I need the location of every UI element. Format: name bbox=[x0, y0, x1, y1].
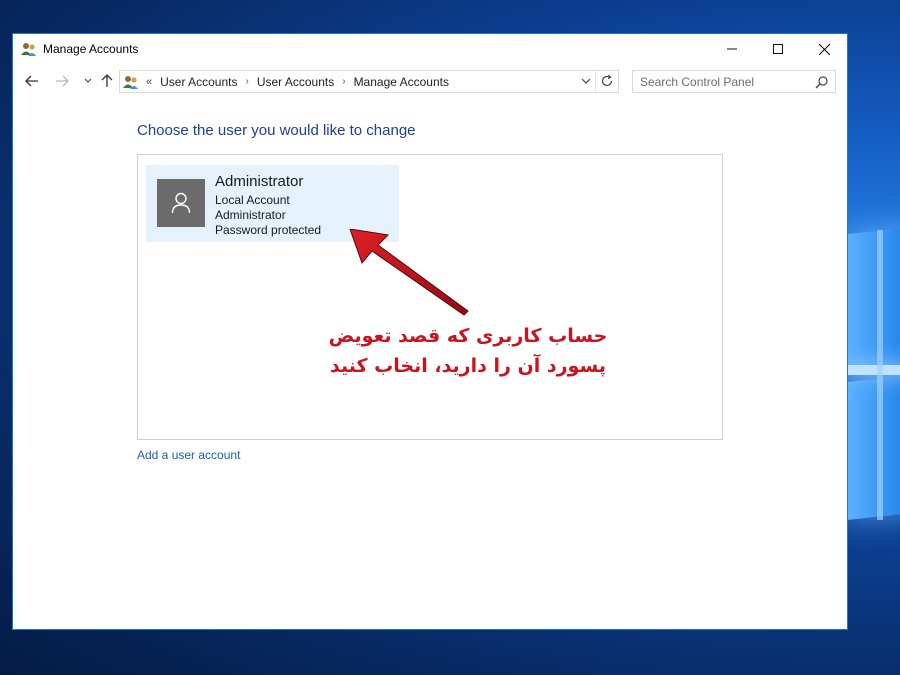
address-bar[interactable]: « User Accounts › User Accounts › Manage… bbox=[119, 70, 619, 93]
avatar bbox=[157, 179, 205, 227]
title-bar[interactable]: Manage Accounts bbox=[13, 34, 847, 64]
close-icon bbox=[818, 43, 830, 55]
chevron-down-icon bbox=[84, 78, 92, 83]
up-button[interactable] bbox=[98, 72, 116, 90]
arrow-left-icon bbox=[25, 75, 38, 87]
account-status: Password protected bbox=[215, 223, 322, 237]
page-heading: Choose the user you would like to change bbox=[137, 122, 416, 139]
maximize-icon bbox=[773, 44, 783, 54]
minimize-icon bbox=[727, 48, 737, 50]
chevron-right-icon[interactable]: › bbox=[246, 76, 249, 87]
user-accounts-icon bbox=[123, 75, 138, 89]
account-name: Administrator bbox=[215, 173, 304, 190]
manage-accounts-window: Manage Accounts « User Accounts › User A… bbox=[12, 33, 848, 630]
window-title: Manage Accounts bbox=[43, 42, 139, 56]
chevron-down-icon[interactable] bbox=[580, 75, 592, 87]
back-button[interactable] bbox=[23, 72, 41, 90]
breadcrumb-user-accounts-2[interactable]: User Accounts bbox=[257, 75, 334, 89]
minimize-button[interactable] bbox=[709, 34, 755, 64]
account-type: Local Account bbox=[215, 193, 290, 207]
annotation-text: حساب کاربری که قصد تعویض پسورد آن را دار… bbox=[313, 321, 623, 381]
annotation-arrow-icon bbox=[349, 229, 469, 316]
breadcrumb-overflow[interactable]: « bbox=[146, 76, 152, 88]
navigation-bar: « User Accounts › User Accounts › Manage… bbox=[13, 67, 849, 97]
account-role: Administrator bbox=[215, 208, 286, 222]
divider bbox=[595, 71, 596, 92]
annotation-line-1: حساب کاربری که قصد تعویض bbox=[328, 325, 608, 347]
recent-locations-button[interactable] bbox=[79, 72, 97, 90]
arrow-up-icon bbox=[101, 74, 113, 87]
arrow-right-icon bbox=[56, 75, 69, 87]
annotation-line-2: پسورد آن را دارید، انخاب کنید bbox=[330, 355, 606, 377]
maximize-button[interactable] bbox=[755, 34, 801, 64]
user-accounts-icon bbox=[21, 43, 36, 56]
add-user-account-link[interactable]: Add a user account bbox=[137, 448, 240, 462]
windows-logo bbox=[845, 225, 900, 521]
search-icon[interactable] bbox=[815, 75, 829, 89]
breadcrumb-manage-accounts[interactable]: Manage Accounts bbox=[354, 75, 449, 89]
breadcrumb-user-accounts[interactable]: User Accounts bbox=[160, 75, 237, 89]
refresh-icon[interactable] bbox=[600, 74, 614, 88]
forward-button[interactable] bbox=[53, 72, 71, 90]
user-icon bbox=[171, 192, 191, 214]
search-input[interactable] bbox=[640, 71, 815, 92]
search-box[interactable] bbox=[632, 70, 836, 93]
close-button[interactable] bbox=[801, 34, 847, 64]
window-controls bbox=[709, 34, 847, 64]
chevron-right-icon[interactable]: › bbox=[342, 76, 345, 87]
